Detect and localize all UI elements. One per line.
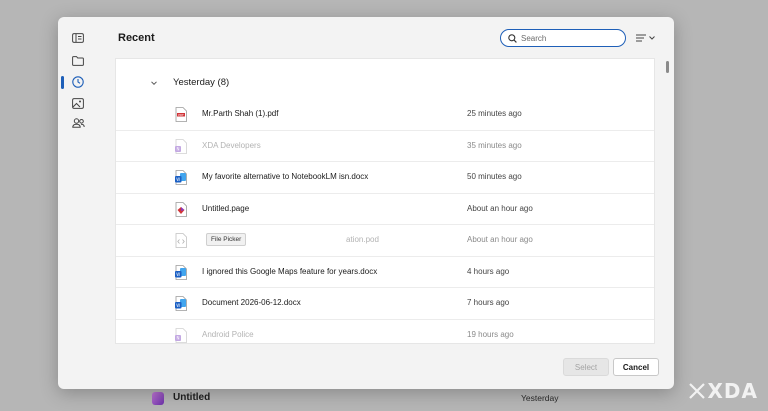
list-view-icon	[636, 34, 646, 42]
file-time: 19 hours ago	[467, 329, 514, 339]
file-time: 25 minutes ago	[467, 109, 522, 118]
background-file-date: Yesterday	[521, 393, 559, 403]
file-row[interactable]: W Document 2026-06-12.docx 7 hours ago	[116, 288, 654, 320]
group-header[interactable]: Yesterday (8)	[149, 77, 229, 88]
file-name: Document 2026-06-12.docx	[202, 298, 301, 307]
svg-text:N: N	[177, 335, 180, 340]
code-file-icon	[175, 233, 187, 248]
file-row[interactable]: Untitled.page About an hour ago	[116, 194, 654, 225]
file-row[interactable]: W I ignored this Google Maps feature for…	[116, 257, 654, 288]
search-input[interactable]	[521, 33, 616, 43]
svg-text:W: W	[176, 303, 180, 308]
svg-text:W: W	[176, 272, 180, 277]
watermark: XDA	[688, 379, 759, 403]
word-file-icon: W	[175, 170, 187, 185]
loop-page-icon	[152, 392, 164, 405]
nav-rail	[58, 17, 98, 389]
background-file-title: Untitled	[173, 392, 211, 403]
image-icon	[72, 97, 84, 109]
search-icon	[508, 33, 517, 43]
nav-home-button[interactable]	[70, 30, 86, 46]
word-file-icon: W	[175, 264, 187, 280]
file-time: 35 minutes ago	[467, 140, 522, 150]
nav-folder-button[interactable]	[70, 53, 86, 69]
file-row[interactable]: W My favorite alternative to NotebookLM …	[116, 162, 654, 194]
watermark-text: XDA	[707, 379, 758, 403]
loop-page-icon	[175, 201, 187, 217]
tooltip: File Picker	[206, 233, 247, 246]
select-button[interactable]: Select	[563, 358, 609, 376]
folder-icon	[72, 56, 84, 66]
view-options-button[interactable]	[636, 31, 658, 45]
nav-people-button[interactable]	[70, 115, 86, 131]
file-name: XDA Developers	[202, 140, 261, 150]
people-icon	[71, 118, 85, 128]
cancel-button[interactable]: Cancel	[613, 358, 659, 376]
file-time: About an hour ago	[467, 235, 533, 244]
file-name-partial: ation.pod	[346, 235, 379, 244]
file-time: 50 minutes ago	[467, 172, 522, 181]
svg-text:W: W	[176, 177, 180, 182]
clock-icon	[72, 76, 84, 88]
svg-text:PDF: PDF	[178, 113, 184, 117]
file-picker-dialog: Recent Yesterday (8)	[58, 17, 674, 389]
file-name: My favorite alternative to NotebookLM is…	[202, 172, 369, 181]
file-time: 4 hours ago	[467, 266, 510, 276]
dialog-title: Recent	[118, 32, 155, 44]
home-icon	[72, 33, 84, 43]
file-time: About an hour ago	[467, 203, 533, 213]
group-label: Yesterday (8)	[173, 77, 230, 88]
xda-logo-icon	[688, 383, 705, 399]
word-file-icon: W	[175, 296, 187, 311]
pdf-file-icon: PDF	[175, 107, 187, 122]
file-name: Android Police	[202, 329, 254, 339]
file-list: PDF Mr.Parth Shah (1).pdf 25 minutes ago…	[116, 99, 654, 344]
chevron-down-icon	[649, 36, 655, 40]
file-name: I ignored this Google Maps feature for y…	[202, 266, 378, 276]
file-row[interactable]: PDF Mr.Parth Shah (1).pdf 25 minutes ago	[116, 99, 654, 131]
scrollbar-thumb[interactable]	[666, 61, 669, 73]
onenote-file-icon: N	[175, 138, 187, 154]
background-file-row: Untitled Yesterday	[0, 386, 768, 411]
search-box[interactable]	[500, 29, 626, 47]
file-row[interactable]: ation.pod About an hour ago	[116, 225, 654, 257]
onenote-file-icon: N	[175, 327, 187, 343]
file-time: 7 hours ago	[467, 298, 510, 307]
file-name: Untitled.page	[202, 203, 250, 213]
nav-gallery-button[interactable]	[70, 95, 86, 111]
svg-text:N: N	[177, 146, 180, 151]
nav-selected-indicator	[61, 76, 64, 89]
file-row[interactable]: N XDA Developers 35 minutes ago	[116, 131, 654, 162]
file-name: Mr.Parth Shah (1).pdf	[202, 109, 279, 118]
nav-recent-button[interactable]	[70, 74, 86, 90]
recent-files-panel: Yesterday (8) PDF Mr.Parth Shah (1).pdf …	[115, 58, 655, 344]
chevron-down-icon[interactable]	[149, 78, 159, 88]
file-row[interactable]: N Android Police 19 hours ago	[116, 320, 654, 344]
